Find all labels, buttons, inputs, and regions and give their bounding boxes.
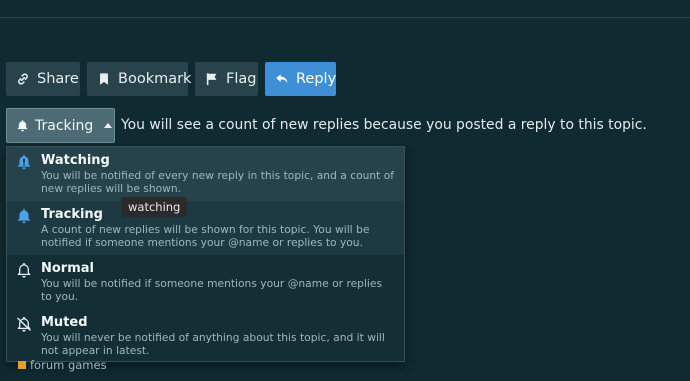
reply-icon (276, 74, 288, 84)
bookmark-button[interactable]: Bookmark (87, 62, 192, 96)
bell-exclamation-icon (18, 155, 30, 170)
option-description: You will never be notified of anything a… (41, 331, 385, 357)
bell-icon (18, 209, 30, 224)
flag-label: Flag (226, 71, 257, 87)
notification-level-label: Tracking (35, 117, 94, 134)
tooltip: watching (121, 197, 188, 217)
flag-button[interactable]: Flag (195, 62, 258, 96)
bookmark-label: Bookmark (118, 71, 192, 87)
bell-outline-icon (17, 263, 31, 278)
bell-slash-icon (17, 317, 31, 332)
notification-level-menu: Watching You will be notified of every n… (6, 146, 405, 362)
share-label: Share (37, 71, 79, 87)
flag-icon (206, 73, 217, 86)
option-description: A count of new replies will be shown for… (41, 223, 370, 249)
category-color-swatch (18, 361, 26, 369)
bell-icon (17, 120, 28, 132)
option-description: You will be notified of every new reply … (41, 169, 395, 195)
option-title: Tracking (41, 207, 103, 222)
option-description: You will be notified if someone mentions… (41, 277, 383, 303)
menu-option-tracking[interactable]: Tracking A count of new replies will be … (7, 201, 404, 255)
menu-option-watching[interactable]: Watching You will be notified of every n… (7, 147, 404, 201)
notification-reason: You will see a count of new replies beca… (121, 117, 647, 133)
option-title: Muted (41, 315, 88, 330)
bookmark-icon (100, 73, 108, 85)
reply-label: Reply (296, 71, 337, 87)
option-title: Watching (41, 153, 110, 168)
top-divider (0, 17, 690, 18)
link-icon (18, 73, 28, 85)
category-badge[interactable]: forum games (18, 358, 107, 372)
reply-button[interactable]: Reply (265, 62, 336, 96)
category-name: forum games (30, 358, 107, 372)
share-button[interactable]: Share (6, 62, 80, 96)
menu-option-normal[interactable]: Normal You will be notified if someone m… (7, 255, 404, 309)
caret-up-icon (104, 123, 113, 128)
option-title: Normal (41, 261, 94, 276)
menu-option-muted[interactable]: Muted You will never be notified of anyt… (7, 309, 404, 363)
notification-level-button[interactable]: Tracking (6, 108, 115, 143)
